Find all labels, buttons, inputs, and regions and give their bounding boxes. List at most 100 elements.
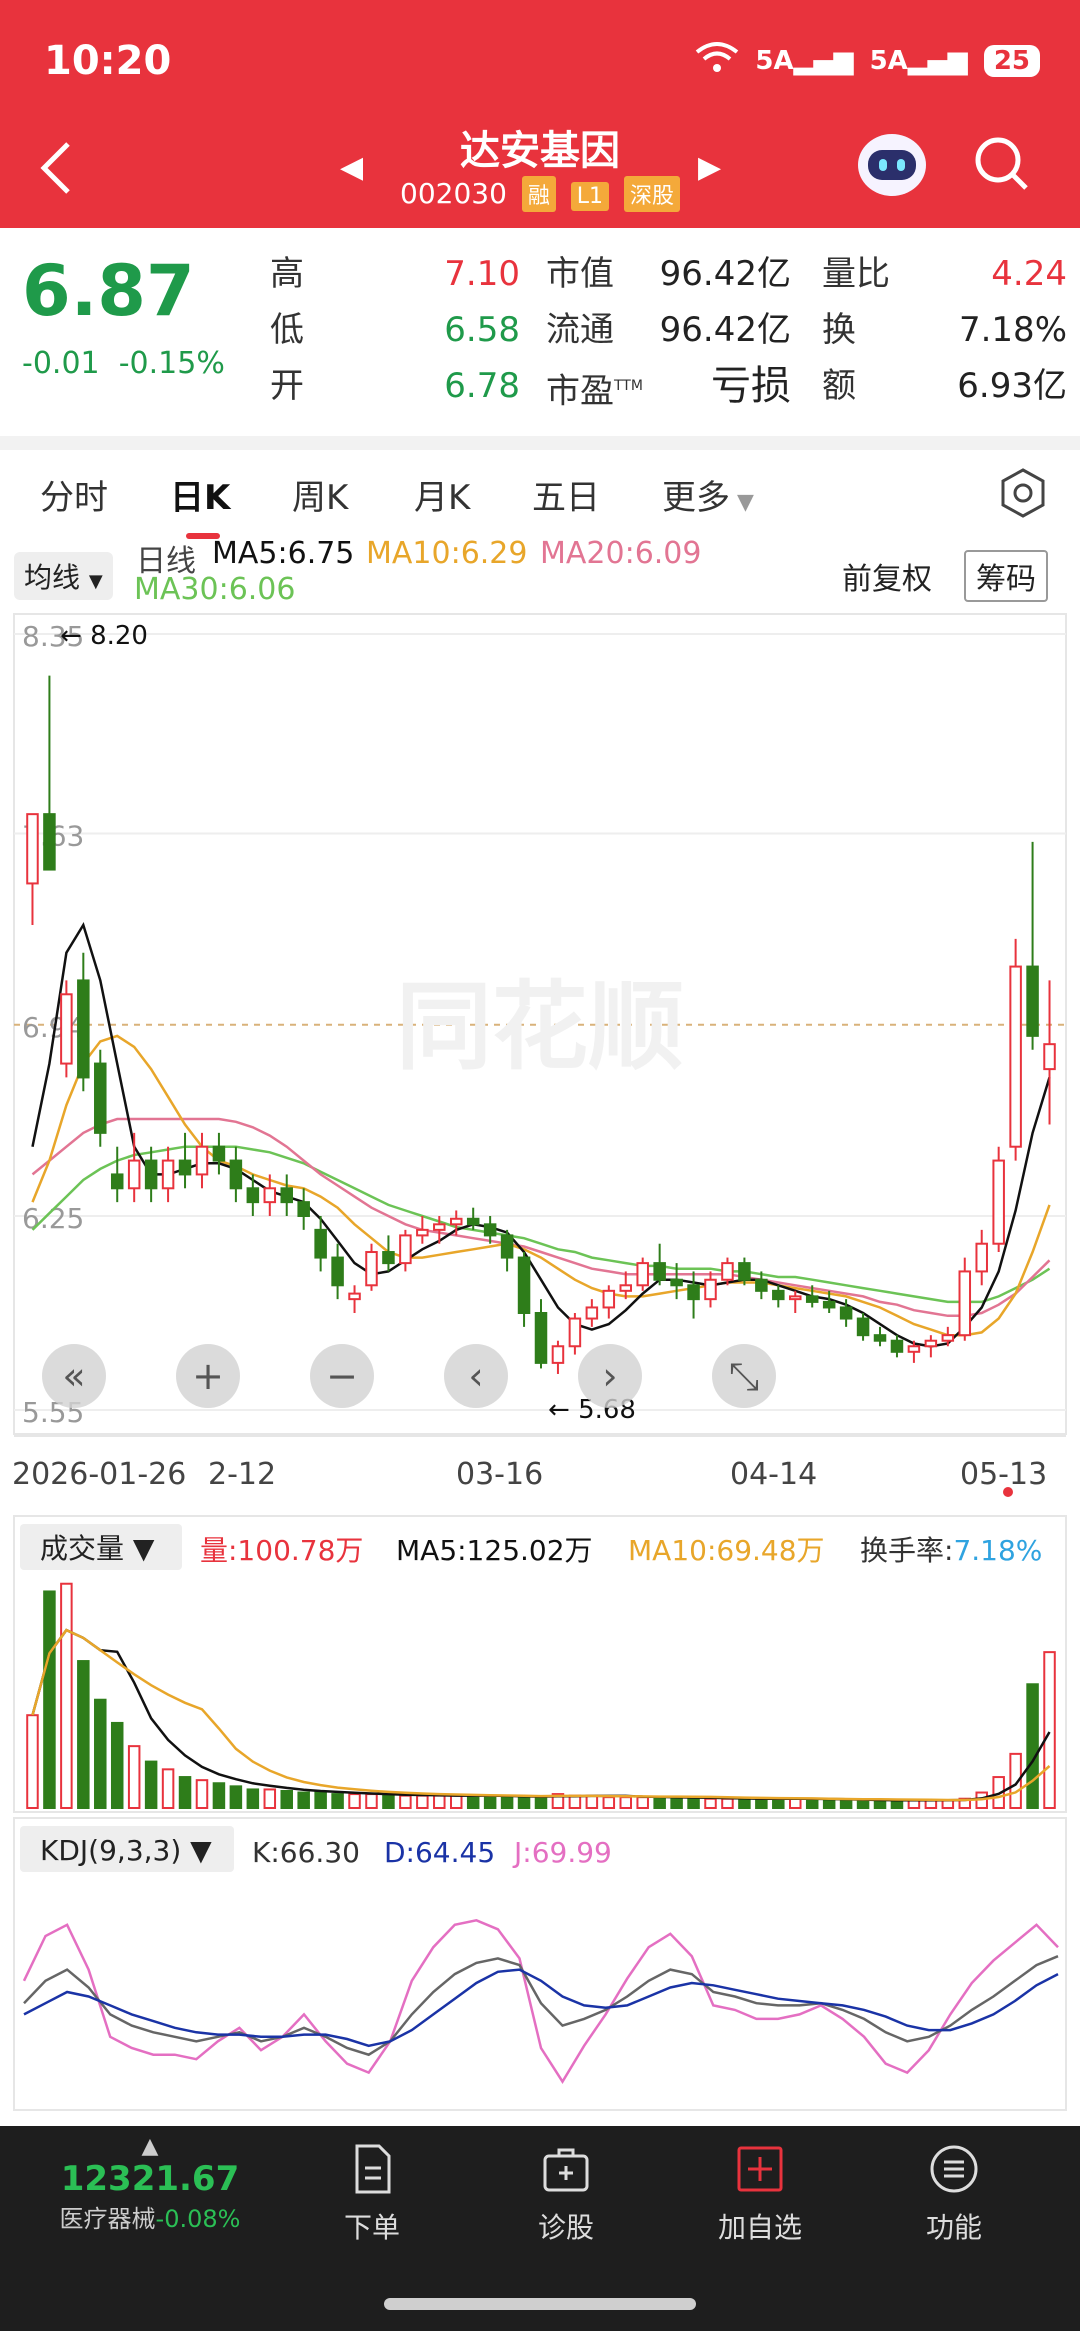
volume-bar (687, 1797, 700, 1809)
chevron-up-icon: ▲ (141, 2134, 159, 2159)
x-tick-label: 04-14 (730, 1457, 817, 1492)
candle-body (195, 1145, 209, 1176)
volume-bar (331, 1793, 344, 1809)
candle-body (297, 1201, 310, 1217)
candle-body (636, 1262, 649, 1287)
volume-selector[interactable]: 成交量 ▼ (40, 1532, 155, 1565)
x-tick-label: 2026-01-26 (12, 1457, 186, 1492)
candle-body (772, 1289, 785, 1301)
nav-diagnose[interactable]: 诊股 (506, 2142, 626, 2246)
candle-body (924, 1339, 938, 1348)
candle-body (416, 1228, 429, 1237)
candle-body (534, 1312, 548, 1364)
candle-body (789, 1295, 802, 1301)
candle-body (365, 1251, 378, 1287)
candle-body (280, 1187, 293, 1204)
candle-body (890, 1339, 904, 1353)
candle-body (602, 1289, 616, 1309)
volume-bar (755, 1797, 768, 1809)
candle-body (94, 1062, 107, 1134)
candle-body (382, 1251, 395, 1265)
index-name-change: 医疗器械-0.08% (59, 2205, 241, 2233)
candle-body (263, 1187, 277, 1204)
volume-bar (399, 1794, 412, 1810)
index-widget[interactable]: ▲ 12321.67 医疗器械-0.08% (50, 2134, 250, 2234)
volume-bar (805, 1797, 819, 1809)
volume-bar (670, 1796, 683, 1810)
volume-bar (43, 1590, 56, 1810)
watermark-text: 同花顺 (396, 971, 684, 1083)
index-value: 12321.67 (60, 2159, 240, 2199)
turnover-legend: 换手率:7.18% (860, 1534, 1042, 1567)
candle-body (110, 1173, 124, 1190)
volume-bar (263, 1788, 277, 1809)
volume-ma5-legend: MA5:125.02万 (396, 1534, 593, 1567)
volume-legend: 量:100.78万 (200, 1534, 363, 1567)
zoom-in-button[interactable]: + (176, 1344, 240, 1408)
candle-body (721, 1262, 734, 1281)
candle-body (839, 1306, 853, 1320)
volume-bar (365, 1793, 378, 1809)
candle-body (670, 1278, 683, 1287)
candle-body (687, 1284, 700, 1301)
volume-bar (585, 1794, 599, 1810)
candle-body (348, 1292, 361, 1301)
volume-bar (416, 1794, 429, 1810)
menu-icon (927, 2142, 981, 2196)
volume-bar (772, 1797, 785, 1809)
candle-body (1009, 965, 1022, 1148)
kdj-k-legend: K:66.30 (252, 1836, 360, 1869)
candle-body (212, 1145, 226, 1162)
kdj-d-legend: D:64.45 (384, 1836, 495, 1869)
volume-bar (77, 1660, 90, 1809)
volume-bar (873, 1799, 887, 1810)
candle-body (619, 1284, 633, 1292)
volume-bar (144, 1760, 158, 1809)
kdj-k-line (23, 1955, 1059, 2057)
candle-body (873, 1334, 887, 1342)
volume-bar (856, 1799, 870, 1810)
zoom-out-button[interactable]: − (310, 1344, 374, 1408)
volume-bar (26, 1714, 39, 1809)
candle-body (992, 1159, 1005, 1245)
volume-bar (789, 1797, 802, 1809)
chart-svg[interactable]: 同花顺 8.357.636.946.255.55 ← 8.20 ← 5.68 2… (0, 0, 1080, 2126)
candle-body (856, 1317, 870, 1337)
volume-bar (94, 1698, 107, 1809)
candle-body (77, 979, 90, 1079)
candle-body (568, 1317, 582, 1348)
volume-bar (704, 1797, 717, 1809)
volume-bar (60, 1582, 73, 1809)
kdj-selector[interactable]: KDJ(9,3,3) ▼ (40, 1834, 212, 1867)
candle-body (1026, 965, 1039, 1037)
volume-bar (738, 1797, 751, 1809)
current-date-dot (1003, 1487, 1013, 1497)
nav-functions[interactable]: 功能 (894, 2142, 1014, 2246)
briefcase-icon (539, 2142, 593, 2196)
volume-bar (161, 1768, 175, 1810)
candle-body (755, 1278, 768, 1292)
candle-body (127, 1159, 141, 1190)
volume-bar (314, 1791, 327, 1809)
home-indicator (384, 2298, 696, 2310)
nav-order[interactable]: 下单 (312, 2142, 432, 2246)
scroll-right-button[interactable]: › (578, 1344, 642, 1408)
volume-bar (382, 1794, 395, 1810)
candle-body (466, 1217, 480, 1226)
volume-bar (839, 1799, 853, 1810)
nav-add-watchlist[interactable]: 加自选 (700, 2142, 820, 2246)
scroll-left-far-button[interactable]: « (42, 1344, 106, 1408)
x-tick-label: 03-16 (456, 1457, 543, 1492)
volume-bar (602, 1796, 616, 1810)
volume-bar (110, 1721, 124, 1810)
candle-body (43, 813, 56, 871)
candle-body (704, 1278, 717, 1301)
volume-bar (517, 1796, 531, 1810)
volume-bar (229, 1785, 243, 1810)
fullscreen-button[interactable]: ⤡ (712, 1344, 776, 1408)
candle-body (26, 813, 39, 885)
candle-body (500, 1234, 514, 1259)
candle-body (975, 1242, 988, 1273)
scroll-left-button[interactable]: ‹ (444, 1344, 508, 1408)
candle-body (738, 1262, 751, 1281)
